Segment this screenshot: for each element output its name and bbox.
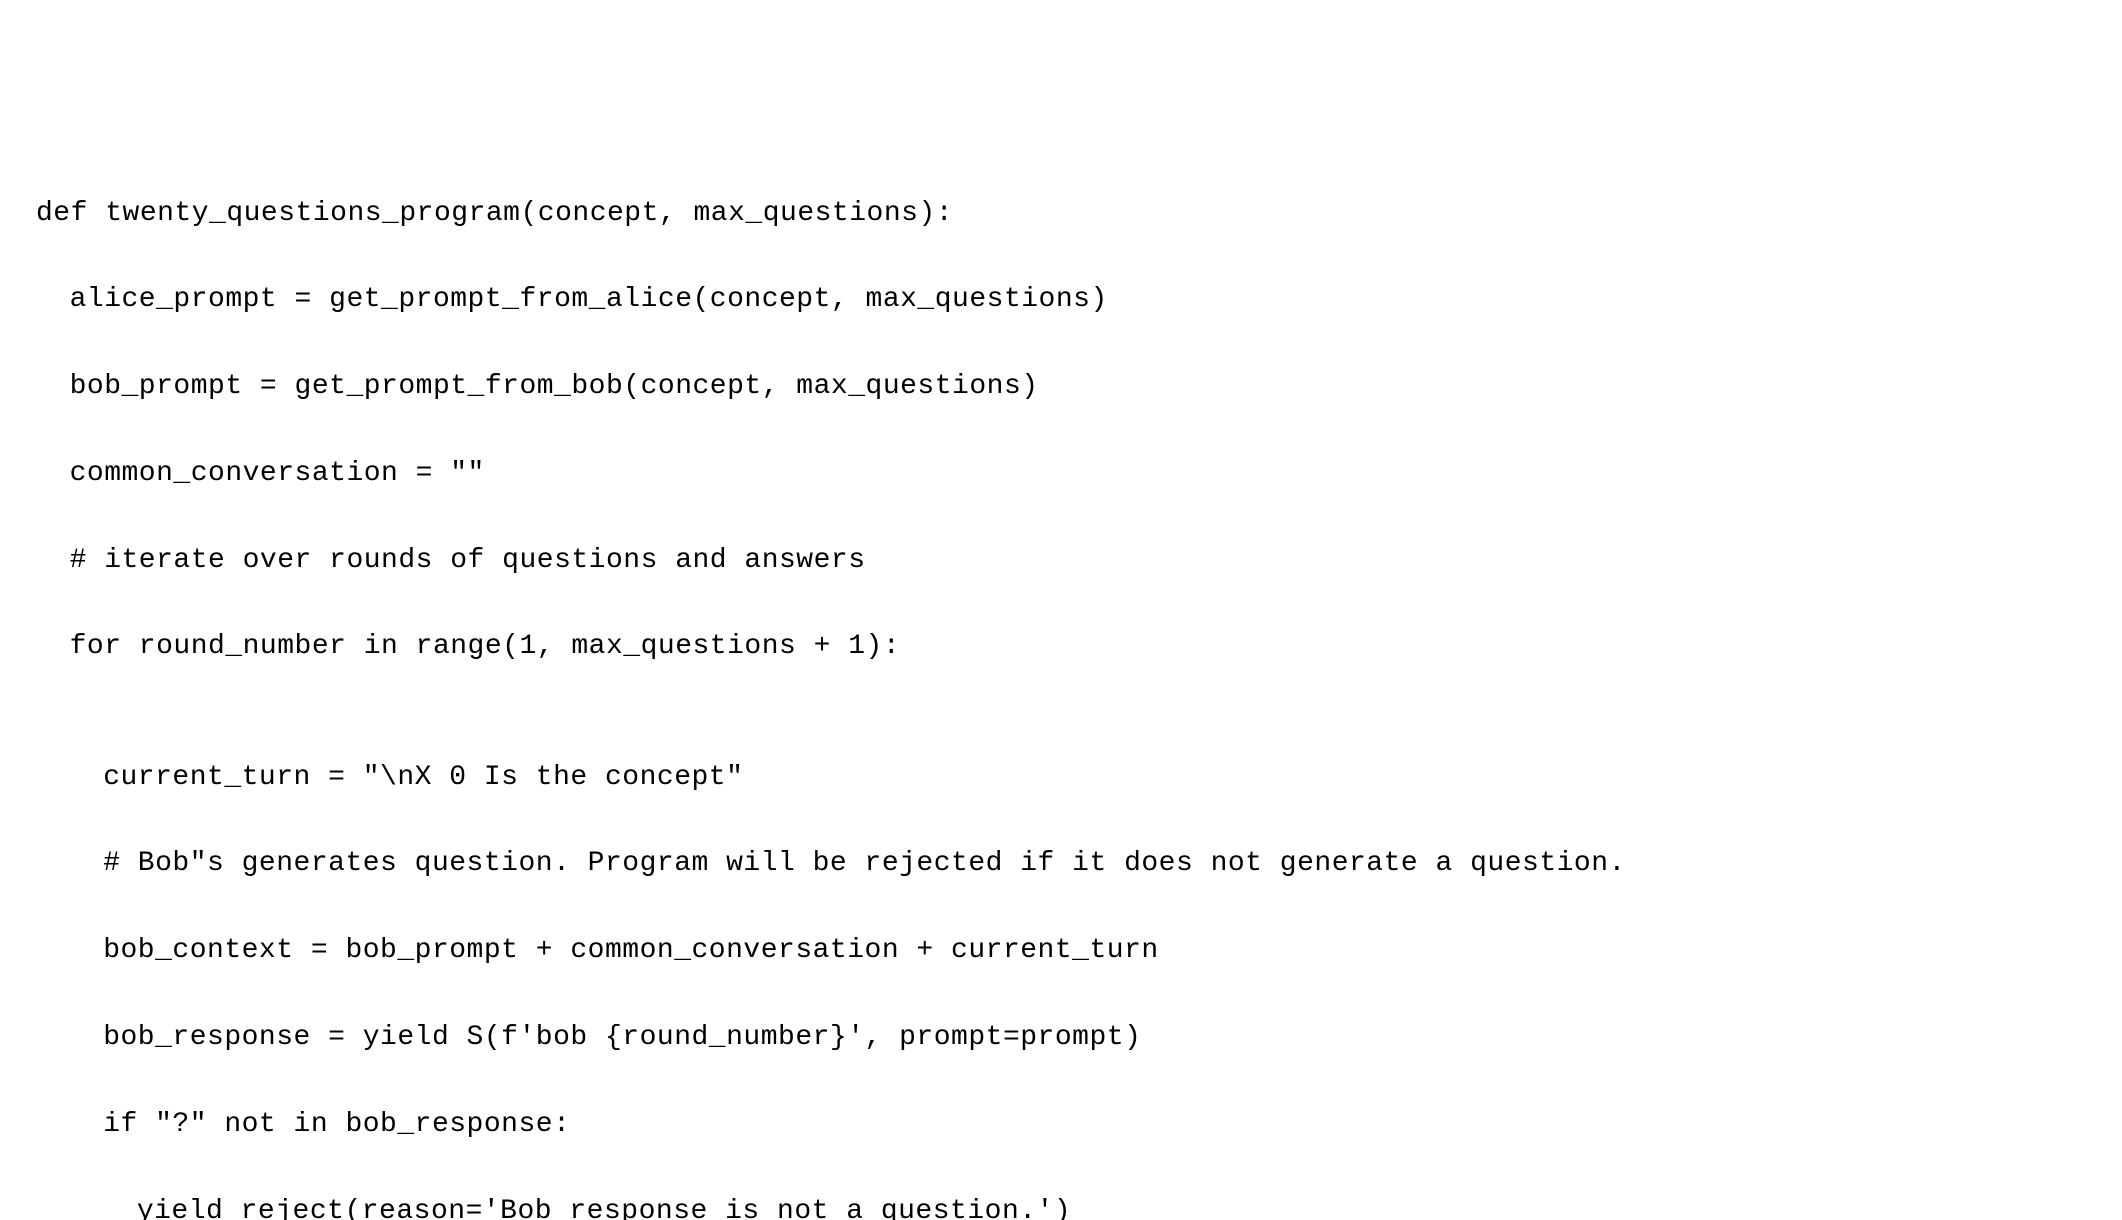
code-line: alice_prompt = get_prompt_from_alice(con… [36, 278, 2102, 321]
code-line: # iterate over rounds of questions and a… [36, 539, 2102, 582]
code-block: def twenty_questions_program(concept, ma… [36, 192, 2102, 1220]
code-line: current_turn = "\nX 0 Is the concept" [36, 756, 2102, 799]
code-line: # Bob"s generates question. Program will… [36, 842, 2102, 885]
code-line: bob_context = bob_prompt + common_conver… [36, 929, 2102, 972]
code-line: for round_number in range(1, max_questio… [36, 625, 2102, 668]
code-line: bob_prompt = get_prompt_from_bob(concept… [36, 365, 2102, 408]
code-line: bob_response = yield S(f'bob {round_numb… [36, 1016, 2102, 1059]
code-line: yield reject(reason='Bob response is not… [36, 1190, 2102, 1220]
code-line: common_conversation = "" [36, 452, 2102, 495]
code-line: def twenty_questions_program(concept, ma… [36, 192, 2102, 235]
code-line: if "?" not in bob_response: [36, 1103, 2102, 1146]
